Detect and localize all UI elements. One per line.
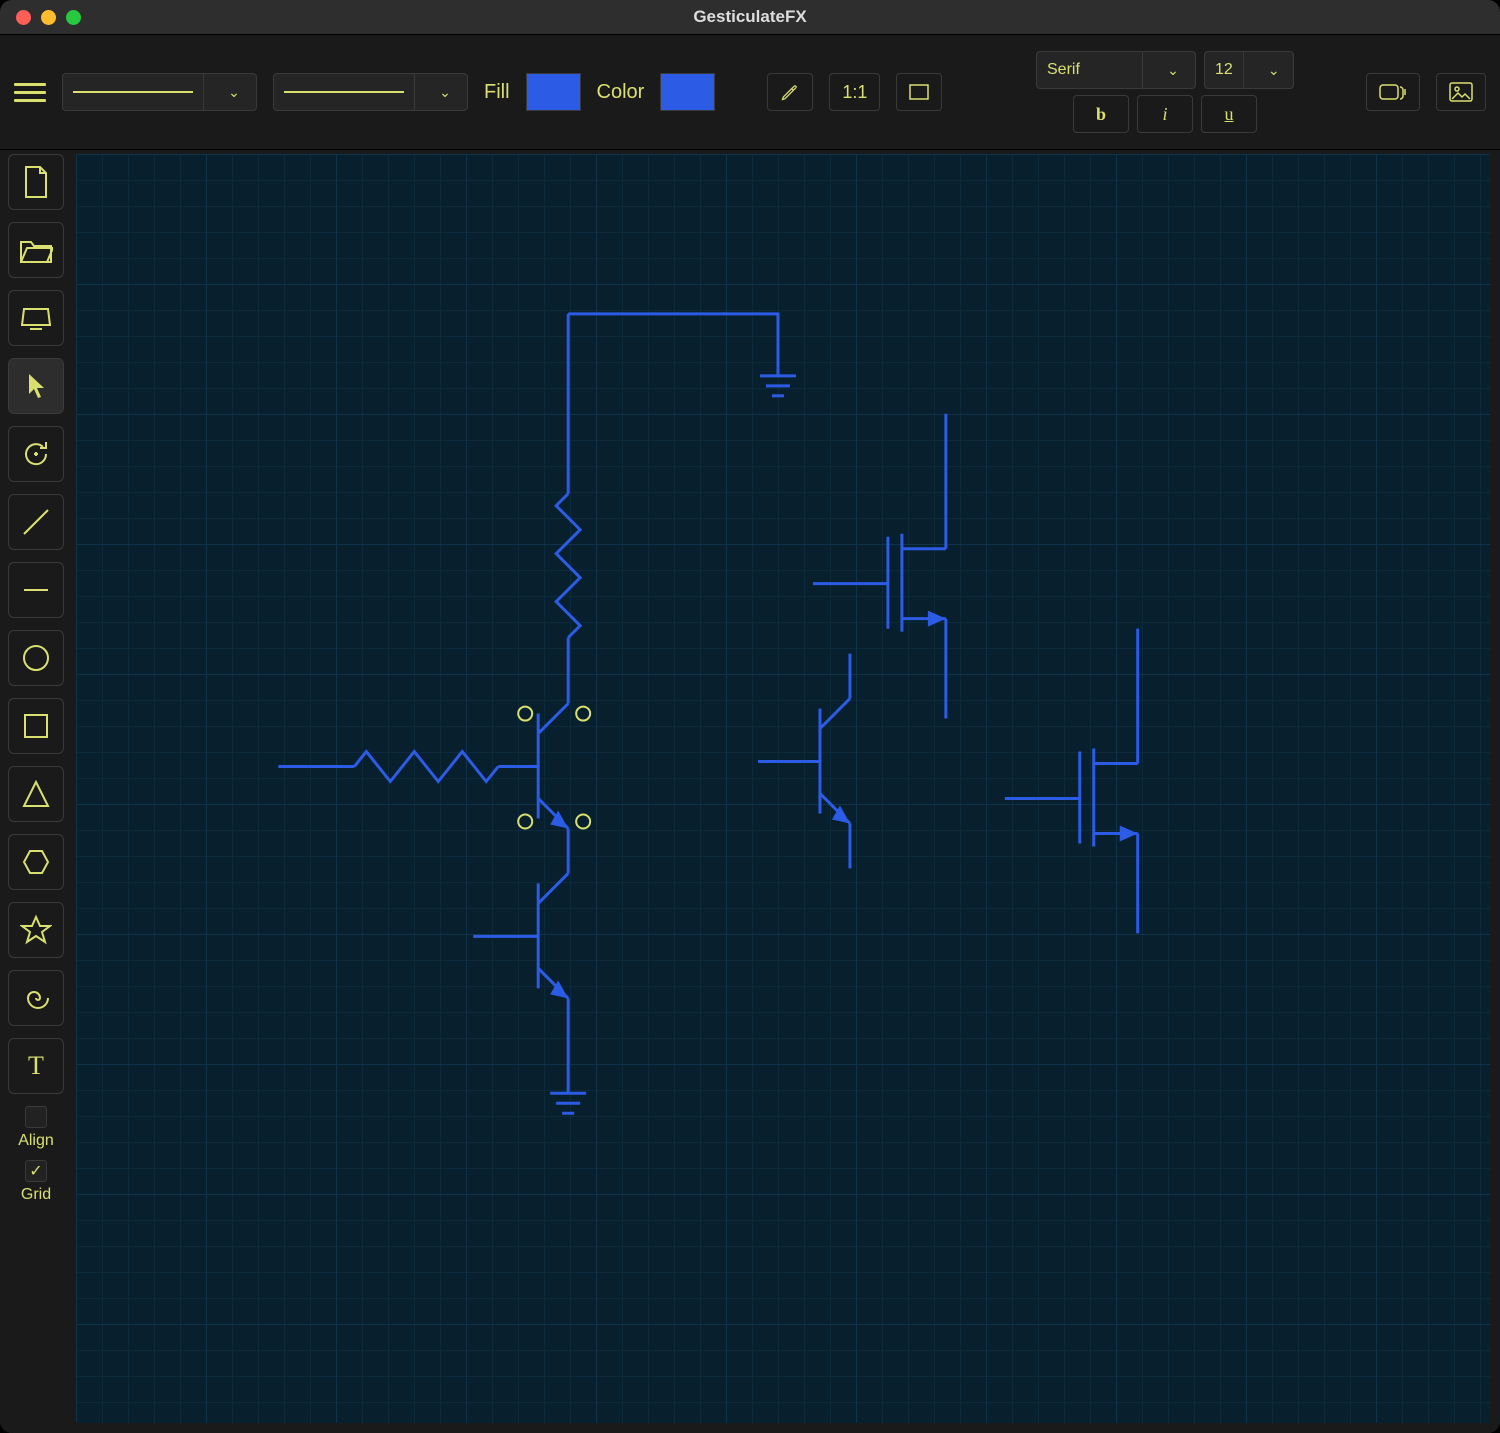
font-family-dropdown[interactable]: Serif ⌄ xyxy=(1036,51,1196,89)
aspect-ratio-button[interactable]: 1:1 xyxy=(829,73,880,111)
line-sample-icon xyxy=(284,91,404,93)
schematic-drawing xyxy=(76,154,1490,1423)
rotate-tool[interactable] xyxy=(8,426,64,482)
eyedropper-button[interactable] xyxy=(767,73,813,111)
save-tool[interactable] xyxy=(8,290,64,346)
line-horizontal-tool[interactable] xyxy=(8,562,64,618)
rectangle-tool[interactable] xyxy=(8,698,64,754)
spiral-tool[interactable] xyxy=(8,970,64,1026)
tool-sidebar: T Align ✓ Grid xyxy=(0,150,72,1433)
content-area: T Align ✓ Grid xyxy=(0,150,1500,1433)
line-sample-icon xyxy=(73,91,193,93)
new-file-tool[interactable] xyxy=(8,154,64,210)
rectangle-mode-button[interactable] xyxy=(896,73,942,111)
underline-button[interactable]: u xyxy=(1201,95,1257,133)
minimize-window-button[interactable] xyxy=(41,10,56,25)
bold-button[interactable]: b xyxy=(1073,95,1129,133)
window-controls xyxy=(0,10,81,25)
titlebar: GesticulateFX xyxy=(0,0,1500,35)
maximize-window-button[interactable] xyxy=(66,10,81,25)
chevron-down-icon: ⌄ xyxy=(1161,62,1185,79)
window-title: GesticulateFX xyxy=(0,7,1500,27)
hexagon-tool[interactable] xyxy=(8,834,64,890)
close-window-button[interactable] xyxy=(16,10,31,25)
menu-button[interactable] xyxy=(14,76,46,108)
line-diagonal-tool[interactable] xyxy=(8,494,64,550)
grid-checkbox[interactable]: ✓ xyxy=(25,1160,47,1182)
open-file-tool[interactable] xyxy=(8,222,64,278)
line-style-1-dropdown[interactable]: ⌄ xyxy=(62,73,257,111)
svg-text:T: T xyxy=(28,1052,44,1080)
font-size-value: 12 xyxy=(1215,61,1233,79)
triangle-tool[interactable] xyxy=(8,766,64,822)
italic-button[interactable]: i xyxy=(1137,95,1193,133)
app-window: GesticulateFX ⌄ ⌄ Fill Color 1:1 xyxy=(0,0,1500,1433)
color-label: Color xyxy=(597,81,645,104)
image-button[interactable] xyxy=(1436,73,1486,111)
chevron-down-icon: ⌄ xyxy=(222,84,246,101)
grid-toggle[interactable]: ✓ Grid xyxy=(21,1160,51,1204)
top-toolbar: ⌄ ⌄ Fill Color 1:1 Serif ⌄ 12 xyxy=(0,35,1500,150)
align-toggle[interactable]: Align xyxy=(18,1106,54,1150)
text-controls: Serif ⌄ 12 ⌄ b i u xyxy=(1036,51,1294,133)
fill-label: Fill xyxy=(484,81,510,104)
layers-button[interactable] xyxy=(1366,73,1420,111)
font-size-dropdown[interactable]: 12 ⌄ xyxy=(1204,51,1294,89)
line-style-2-dropdown[interactable]: ⌄ xyxy=(273,73,468,111)
stroke-color-swatch[interactable] xyxy=(660,73,715,111)
pointer-tool[interactable] xyxy=(8,358,64,414)
chevron-down-icon: ⌄ xyxy=(433,84,457,101)
align-label: Align xyxy=(18,1132,54,1150)
star-tool[interactable] xyxy=(8,902,64,958)
canvas[interactable] xyxy=(76,154,1490,1423)
font-family-value: Serif xyxy=(1047,61,1080,79)
text-tool[interactable]: T xyxy=(8,1038,64,1094)
chevron-down-icon: ⌄ xyxy=(1262,62,1286,79)
grid-label: Grid xyxy=(21,1186,51,1204)
align-checkbox[interactable] xyxy=(25,1106,47,1128)
fill-color-swatch[interactable] xyxy=(526,73,581,111)
circle-tool[interactable] xyxy=(8,630,64,686)
